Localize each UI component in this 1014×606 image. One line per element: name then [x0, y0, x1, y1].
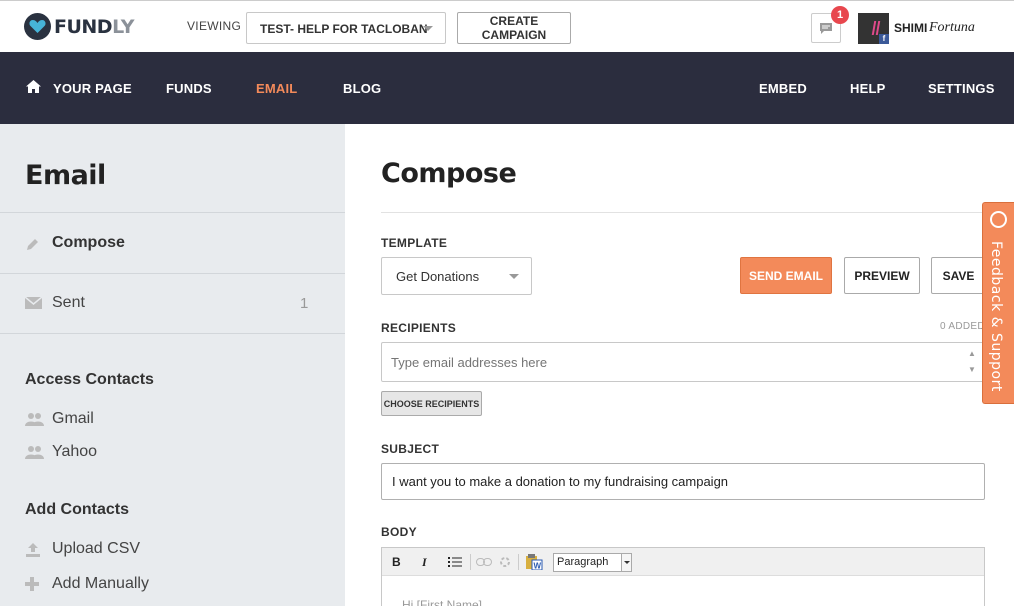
- avatar[interactable]: f: [858, 13, 889, 44]
- choose-recipients-button[interactable]: CHOOSE RECIPIENTS: [381, 391, 482, 416]
- create-campaign-button[interactable]: CREATE CAMPAIGN: [457, 12, 571, 44]
- campaign-select[interactable]: TEST- HELP FOR TACLOBAN: [246, 12, 446, 44]
- user-first-name[interactable]: SHIMI: [894, 21, 927, 35]
- add-contacts-heading: Add Contacts: [25, 501, 129, 518]
- upload-icon: [26, 543, 40, 557]
- megaphone-icon: [990, 211, 1007, 228]
- notification-badge: 1: [831, 6, 849, 24]
- feedback-support-label: Feedback & Support: [988, 241, 1004, 392]
- main-nav: YOUR PAGE FUNDS EMAIL BLOG EMBED HELP SE…: [0, 52, 1014, 124]
- toolbar-divider: [470, 554, 471, 570]
- envelope-icon: [25, 297, 42, 309]
- format-select[interactable]: Paragraph: [553, 553, 632, 572]
- nav-blog[interactable]: BLOG: [343, 81, 381, 96]
- toolbar-divider: [518, 554, 519, 570]
- top-bar: FUNDLY VIEWING TEST- HELP FOR TACLOBAN C…: [0, 0, 1014, 52]
- recipients-input[interactable]: [381, 342, 985, 382]
- unlink-icon[interactable]: [498, 555, 512, 569]
- page-title: Compose: [381, 158, 517, 189]
- scrollbar[interactable]: ▲ ▼: [968, 346, 976, 378]
- subject-label: SUBJECT: [381, 442, 440, 456]
- sidebar-item-add-manually[interactable]: Add Manually: [52, 575, 149, 593]
- italic-icon[interactable]: I: [422, 555, 427, 570]
- subject-field[interactable]: [381, 463, 985, 500]
- ribbon-icon: [871, 21, 881, 35]
- nav-embed[interactable]: EMBED: [759, 81, 807, 96]
- paste-word-icon[interactable]: W: [525, 554, 543, 570]
- user-last-name[interactable]: Fortuna: [929, 20, 975, 36]
- facebook-icon: f: [879, 34, 889, 44]
- sidebar: Email Compose Sent 1 Access Contacts Gma…: [0, 124, 345, 606]
- send-email-button[interactable]: SEND EMAIL: [740, 257, 832, 294]
- sidebar-item-sent[interactable]: Sent: [52, 294, 85, 312]
- sidebar-item-upload-csv[interactable]: Upload CSV: [52, 540, 140, 558]
- nav-email[interactable]: EMAIL: [256, 81, 297, 96]
- template-select-value: Get Donations: [396, 269, 480, 284]
- home-icon[interactable]: [25, 79, 42, 94]
- format-select-value: Paragraph: [557, 556, 609, 568]
- body-label: BODY: [381, 525, 417, 539]
- template-label: TEMPLATE: [381, 236, 448, 250]
- users-icon: [25, 446, 44, 459]
- divider: [0, 333, 345, 334]
- sidebar-title: Email: [25, 160, 106, 191]
- nav-settings[interactable]: SETTINGS: [928, 81, 995, 96]
- chat-bubble-icon: [820, 22, 832, 34]
- access-contacts-heading: Access Contacts: [25, 371, 154, 388]
- nav-help[interactable]: HELP: [850, 81, 885, 96]
- divider: [0, 273, 345, 274]
- save-button[interactable]: SAVE: [931, 257, 986, 294]
- sidebar-item-compose[interactable]: Compose: [52, 234, 125, 252]
- heart-logo-icon: [24, 13, 51, 40]
- campaign-select-value: TEST- HELP FOR TACLOBAN: [260, 22, 428, 36]
- chevron-down-icon: [423, 26, 433, 31]
- plus-icon: [25, 577, 39, 591]
- divider: [0, 212, 345, 213]
- link-icon[interactable]: [476, 558, 492, 566]
- sent-count: 1: [300, 295, 309, 312]
- bold-icon[interactable]: B: [392, 555, 401, 569]
- logo-text: FUNDLY: [54, 15, 134, 38]
- bullet-list-icon[interactable]: [448, 556, 462, 568]
- chevron-down-icon: [621, 554, 631, 571]
- editor-toolbar: B I W Paragraph: [382, 548, 984, 576]
- fundly-logo[interactable]: FUNDLY: [24, 13, 134, 40]
- body-text: Hi [First Name],: [402, 598, 486, 606]
- divider: [381, 212, 1014, 213]
- preview-button[interactable]: PREVIEW: [844, 257, 920, 294]
- sidebar-item-yahoo[interactable]: Yahoo: [52, 443, 97, 461]
- feedback-support-tab[interactable]: Feedback & Support: [982, 202, 1014, 404]
- added-count: 0 ADDED: [940, 321, 985, 332]
- pencil-icon: [27, 239, 38, 250]
- chevron-down-icon: [509, 274, 519, 279]
- nav-your-page[interactable]: YOUR PAGE: [53, 81, 132, 96]
- viewing-label: VIEWING: [187, 19, 242, 33]
- recipients-label: RECIPIENTS: [381, 321, 457, 335]
- svg-text:W: W: [534, 562, 542, 571]
- template-select[interactable]: Get Donations: [381, 257, 532, 295]
- users-icon: [25, 413, 44, 426]
- body-editor[interactable]: B I W Paragraph Hi [First Name],: [381, 547, 985, 606]
- sidebar-item-gmail[interactable]: Gmail: [52, 410, 94, 428]
- nav-funds[interactable]: FUNDS: [166, 81, 212, 96]
